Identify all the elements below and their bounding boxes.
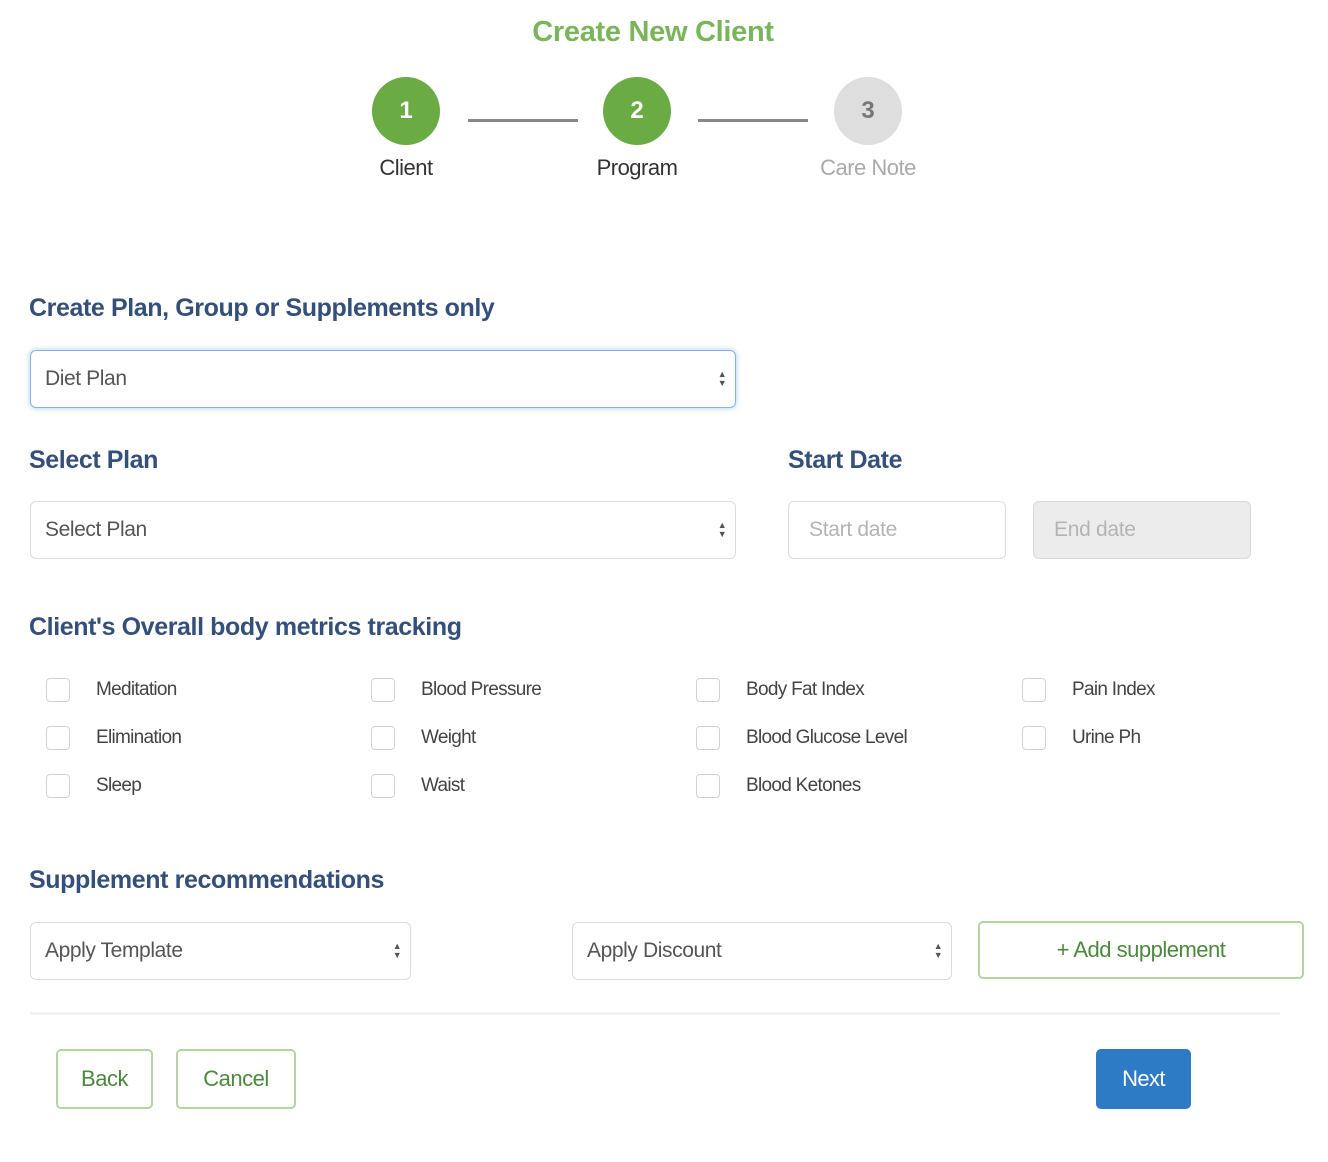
step-connector xyxy=(468,119,578,122)
updown-arrows-icon: ▲ ▼ xyxy=(717,520,727,539)
checkbox-pain-index[interactable]: Pain Index xyxy=(1022,675,1155,705)
step-client[interactable]: 1 Client xyxy=(336,77,476,181)
back-button[interactable]: Back xyxy=(56,1049,153,1109)
metrics-label: Client's Overall body metrics tracking xyxy=(29,613,462,641)
step-care-note[interactable]: 3 Care Note xyxy=(798,77,938,181)
page-title: Create New Client xyxy=(532,16,774,48)
plan-type-value: Diet Plan xyxy=(45,367,127,390)
step-number: 1 xyxy=(372,77,440,145)
apply-discount-value: Apply Discount xyxy=(587,939,722,962)
checkbox[interactable] xyxy=(46,774,70,798)
checkbox-urine-ph[interactable]: Urine Ph xyxy=(1022,723,1141,753)
checkbox-label: Waist xyxy=(421,775,465,796)
plan-type-label: Create Plan, Group or Supplements only xyxy=(29,294,495,322)
cancel-button[interactable]: Cancel xyxy=(176,1049,296,1109)
checkbox[interactable] xyxy=(1022,726,1046,750)
step-program[interactable]: 2 Program xyxy=(567,77,707,181)
apply-discount-select[interactable]: Apply Discount ▲ ▼ xyxy=(572,922,952,980)
checkbox-label: Sleep xyxy=(96,775,142,796)
checkbox[interactable] xyxy=(696,774,720,798)
checkbox-label: Meditation xyxy=(96,679,177,700)
checkbox-label: Elimination xyxy=(96,727,182,748)
checkbox[interactable] xyxy=(696,726,720,750)
updown-arrows-icon: ▲ ▼ xyxy=(717,369,727,388)
updown-arrows-icon: ▲ ▼ xyxy=(933,941,943,960)
checkbox-label: Body Fat Index xyxy=(746,679,865,700)
checkbox-blood-pressure[interactable]: Blood Pressure xyxy=(371,675,542,705)
select-plan-value: Select Plan xyxy=(45,518,147,541)
checkbox-meditation[interactable]: Meditation xyxy=(46,675,177,705)
apply-template-value: Apply Template xyxy=(45,939,183,962)
step-label: Care Note xyxy=(820,155,916,180)
checkbox[interactable] xyxy=(371,726,395,750)
apply-template-select[interactable]: Apply Template ▲ ▼ xyxy=(30,922,411,980)
end-date-placeholder: End date xyxy=(1054,518,1136,541)
updown-arrows-icon: ▲ ▼ xyxy=(392,941,402,960)
step-number: 2 xyxy=(603,77,671,145)
checkbox-label: Urine Ph xyxy=(1072,727,1141,748)
checkbox-blood-ketones[interactable]: Blood Ketones xyxy=(696,771,861,801)
step-connector xyxy=(698,119,808,122)
start-date-input[interactable]: Start date xyxy=(788,501,1006,559)
checkbox[interactable] xyxy=(371,774,395,798)
start-date-label: Start Date xyxy=(788,446,903,474)
step-label: Program xyxy=(596,155,678,180)
checkbox[interactable] xyxy=(46,678,70,702)
checkbox-label: Pain Index xyxy=(1072,679,1155,700)
checkbox[interactable] xyxy=(1022,678,1046,702)
checkbox-body-fat-index[interactable]: Body Fat Index xyxy=(696,675,865,705)
checkbox[interactable] xyxy=(371,678,395,702)
checkbox-label: Blood Pressure xyxy=(421,679,542,700)
checkbox[interactable] xyxy=(696,678,720,702)
checkbox-elimination[interactable]: Elimination xyxy=(46,723,182,753)
add-supplement-button[interactable]: + Add supplement xyxy=(978,921,1304,979)
plan-type-select[interactable]: Diet Plan ▲ ▼ xyxy=(30,350,736,408)
select-plan-label: Select Plan xyxy=(29,446,158,474)
checkbox-sleep[interactable]: Sleep xyxy=(46,771,142,801)
checkbox-label: Blood Glucose Level xyxy=(746,727,908,748)
checkbox-label: Weight xyxy=(421,727,476,748)
divider xyxy=(30,1012,1280,1015)
end-date-input: End date xyxy=(1033,501,1251,559)
checkbox-label: Blood Ketones xyxy=(746,775,861,796)
next-button[interactable]: Next xyxy=(1096,1049,1191,1109)
start-date-placeholder: Start date xyxy=(809,518,898,541)
supplements-label: Supplement recommendations xyxy=(29,866,384,894)
step-label: Client xyxy=(379,155,433,180)
checkbox[interactable] xyxy=(46,726,70,750)
checkbox-blood-glucose-level[interactable]: Blood Glucose Level xyxy=(696,723,908,753)
select-plan-select[interactable]: Select Plan ▲ ▼ xyxy=(30,501,736,559)
checkbox-weight[interactable]: Weight xyxy=(371,723,476,753)
checkbox-waist[interactable]: Waist xyxy=(371,771,465,801)
step-number: 3 xyxy=(834,77,902,145)
